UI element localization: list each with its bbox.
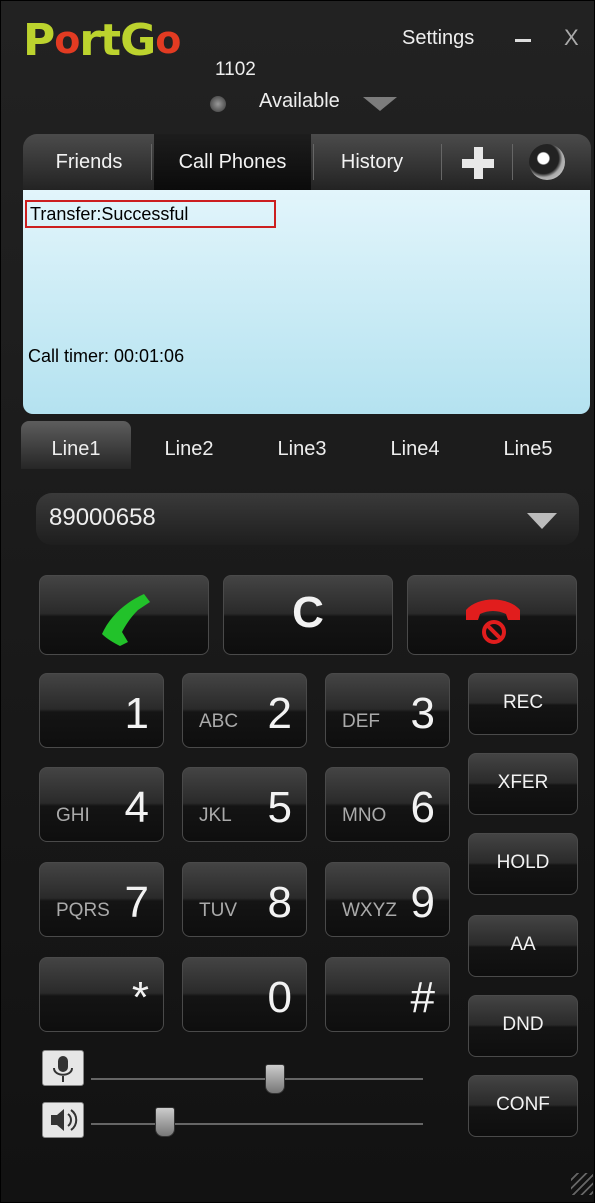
line-tab-5[interactable]: Line5 — [473, 421, 583, 469]
add-icon-vertical[interactable] — [474, 147, 483, 179]
key-9[interactable]: WXYZ 9 — [325, 862, 450, 937]
line-tab-1[interactable]: Line1 — [21, 421, 131, 469]
key-1[interactable]: 1 — [39, 673, 164, 748]
phone-call-icon — [102, 594, 150, 646]
key-7[interactable]: PQRS 7 — [39, 862, 164, 937]
key-star[interactable]: * — [39, 957, 164, 1032]
tab-history[interactable]: History — [316, 134, 428, 190]
settings-link[interactable]: Settings — [402, 27, 474, 50]
call-button[interactable] — [39, 575, 209, 655]
key-3[interactable]: DEF 3 — [325, 673, 450, 748]
status-indicator-icon — [210, 96, 226, 112]
key-8[interactable]: TUV 8 — [182, 862, 307, 937]
status-orb-icon[interactable] — [529, 144, 565, 180]
tab-divider — [512, 144, 513, 180]
microphone-icon[interactable] — [42, 1050, 84, 1086]
dial-number-value[interactable]: 89000658 — [49, 504, 156, 532]
hold-button[interactable]: HOLD — [468, 833, 578, 895]
line-tab-3[interactable]: Line3 — [247, 421, 357, 469]
xfer-button[interactable]: XFER — [468, 753, 578, 815]
dnd-button[interactable]: DND — [468, 995, 578, 1057]
key-2[interactable]: ABC 2 — [182, 673, 307, 748]
status-dropdown-arrow-icon[interactable] — [363, 97, 397, 111]
portgo-window: PortGo 1102 Available Settings X Friends… — [0, 0, 595, 1203]
key-0[interactable]: 0 — [182, 957, 307, 1032]
speaker-volume-track[interactable] — [91, 1123, 423, 1125]
mic-volume-slider[interactable] — [264, 1064, 285, 1094]
key-hash[interactable]: # — [325, 957, 450, 1032]
resize-grip-icon[interactable] — [571, 1173, 593, 1195]
presence-status[interactable]: Available — [259, 90, 340, 113]
number-history-dropdown-icon[interactable] — [527, 513, 557, 529]
line-tab-4[interactable]: Line4 — [360, 421, 470, 469]
line-tab-2[interactable]: Line2 — [134, 421, 244, 469]
hangup-icon — [466, 599, 520, 644]
key-4[interactable]: GHI 4 — [39, 767, 164, 842]
extension-number: 1102 — [215, 59, 256, 80]
tab-divider — [151, 144, 152, 180]
tab-divider — [441, 144, 442, 180]
portgo-logo: PortGo — [23, 15, 181, 66]
conf-button[interactable]: CONF — [468, 1075, 578, 1137]
clear-button[interactable]: C — [223, 575, 393, 655]
tab-divider — [313, 144, 314, 180]
speaker-icon[interactable] — [42, 1102, 84, 1138]
minimize-button[interactable] — [515, 39, 531, 42]
rec-button[interactable]: REC — [468, 673, 578, 735]
hangup-button[interactable] — [407, 575, 577, 655]
aa-button[interactable]: AA — [468, 915, 578, 977]
tab-friends[interactable]: Friends — [29, 134, 149, 190]
key-5[interactable]: JKL 5 — [182, 767, 307, 842]
close-button[interactable]: X — [564, 25, 579, 51]
transfer-status: Transfer:Successful — [25, 200, 276, 228]
mic-volume-track[interactable] — [91, 1078, 423, 1080]
key-6[interactable]: MNO 6 — [325, 767, 450, 842]
tab-call-phones[interactable]: Call Phones — [154, 134, 311, 190]
call-timer: Call timer: 00:01:06 — [28, 346, 185, 366]
speaker-volume-slider[interactable] — [155, 1107, 176, 1137]
